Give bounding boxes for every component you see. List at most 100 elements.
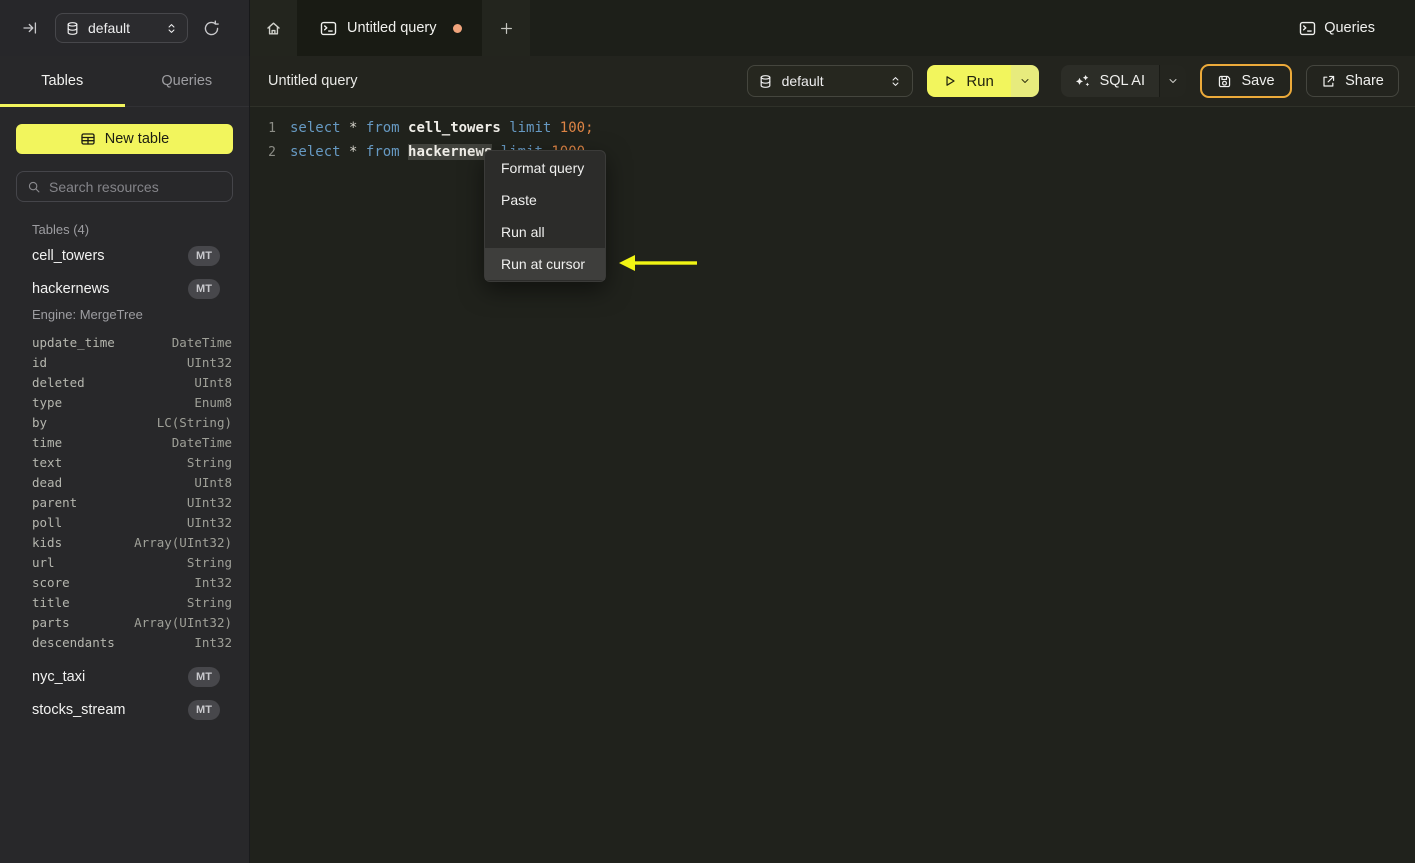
- column-row: parent UInt32: [0, 492, 249, 512]
- sparkles-icon: [1075, 73, 1091, 89]
- column-row: poll UInt32: [0, 512, 249, 532]
- column-name: time: [32, 434, 63, 450]
- column-row: by LC(String): [0, 412, 249, 432]
- column-name: text: [32, 454, 63, 470]
- column-row: score Int32: [0, 572, 249, 592]
- terminal-icon: [320, 20, 337, 37]
- share-button[interactable]: Share: [1306, 65, 1399, 97]
- database-icon: [65, 21, 80, 36]
- sql-ai-button-label: SQL AI: [1099, 73, 1145, 89]
- column-list: update_time DateTime id UInt32 deleted UInt8 t…: [0, 332, 249, 652]
- menu-item[interactable]: Run at cursor: [485, 248, 605, 280]
- column-type: Array(UInt32): [134, 614, 232, 630]
- code-lines: 1 select * from cell_towers limit 100; 2 se…: [250, 116, 1415, 164]
- column-name: parent: [32, 494, 78, 510]
- updown-chevron-icon: [165, 22, 178, 35]
- code-content: select * from cell_towers limit 100;: [290, 120, 594, 136]
- column-type: UInt8: [194, 374, 232, 390]
- table-row[interactable]: stocks_stream MT: [0, 693, 249, 726]
- sidebar-tab-label: Tables: [41, 73, 84, 89]
- table-name: stocks_stream: [32, 701, 126, 718]
- menu-item[interactable]: Format query: [485, 152, 605, 184]
- search-input[interactable]: [49, 178, 222, 195]
- sql-ai-button[interactable]: SQL AI: [1060, 65, 1159, 97]
- sidebar-tabs: Tables Queries: [0, 56, 249, 107]
- column-row: type Enum8: [0, 392, 249, 412]
- tab-label: Untitled query: [347, 20, 437, 36]
- chevron-down-icon: [1019, 75, 1031, 87]
- arrow-right-to-line-icon: [22, 20, 38, 36]
- column-type: UInt32: [186, 514, 232, 530]
- tab-strip: Untitled query: [250, 0, 530, 56]
- column-row: kids Array(UInt32): [0, 532, 249, 552]
- line-number: 2: [268, 144, 276, 160]
- table-row[interactable]: nyc_taxi MT: [0, 660, 249, 693]
- table-grid-icon: [80, 131, 96, 147]
- new-tab-button[interactable]: [482, 0, 530, 56]
- menu-item[interactable]: Run all: [485, 216, 605, 248]
- column-type: Int32: [194, 574, 232, 590]
- code-line: 2select * from hackernews limit 1000: [250, 140, 1415, 164]
- sidebar-tab-queries[interactable]: Queries: [125, 56, 250, 106]
- line-number: 1: [268, 120, 276, 136]
- tab-untitled-query[interactable]: Untitled query: [297, 0, 482, 56]
- query-toolbar: Untitled query default Run SQL AI Save S…: [250, 56, 1415, 107]
- column-row: text String: [0, 452, 249, 472]
- save-button[interactable]: Save: [1200, 64, 1292, 98]
- table-name: nyc_taxi: [32, 668, 86, 685]
- mt-badge: MT: [188, 245, 220, 266]
- column-name: parts: [32, 614, 70, 630]
- column-row: parts Array(UInt32): [0, 612, 249, 632]
- menu-item[interactable]: Paste: [485, 184, 605, 216]
- terminal-icon: [1299, 20, 1316, 37]
- top-bar-left: default: [0, 0, 250, 56]
- new-table-button-label: New table: [104, 131, 170, 147]
- table-row[interactable]: hackernews MT: [0, 272, 249, 305]
- column-row: id UInt32: [0, 352, 249, 372]
- column-type: Array(UInt32): [134, 534, 232, 550]
- database-selector-toolbar[interactable]: default: [746, 65, 913, 97]
- table-row[interactable]: cell_towers MT: [0, 239, 249, 272]
- tables-section-title: Tables (4): [32, 222, 90, 237]
- column-name: update_time: [32, 334, 115, 350]
- editor-context-menu: Format query Paste Run all Run at cursor: [484, 150, 606, 282]
- column-name: score: [32, 574, 70, 590]
- database-selector-value: default: [781, 73, 824, 89]
- run-options-button[interactable]: [1010, 65, 1039, 97]
- list-gap: [0, 652, 249, 660]
- queries-button[interactable]: Queries: [1299, 0, 1375, 56]
- column-row: update_time DateTime: [0, 332, 249, 352]
- sidebar-tab-tables[interactable]: Tables: [0, 56, 125, 107]
- home-button[interactable]: [250, 0, 297, 56]
- run-split-button: Run: [926, 65, 1039, 97]
- sidebar: Tables Queries New table Tables (4) cell…: [0, 56, 250, 863]
- save-button-label: Save: [1241, 73, 1275, 89]
- top-bar: default Untitled query Queries: [0, 0, 1415, 56]
- refresh-icon: [203, 19, 220, 37]
- column-type: UInt8: [194, 474, 232, 490]
- new-table-button[interactable]: New table: [16, 124, 233, 154]
- code-token: from: [365, 120, 400, 136]
- column-row: url String: [0, 552, 249, 572]
- column-type: UInt32: [186, 494, 232, 510]
- sql-ai-options-button[interactable]: [1159, 65, 1186, 97]
- unsaved-dot-icon: [453, 23, 462, 33]
- share-button-label: Share: [1345, 73, 1384, 89]
- code-token: 100;: [559, 120, 594, 136]
- column-name: descendants: [32, 634, 115, 650]
- run-button[interactable]: Run: [926, 65, 1011, 97]
- column-name: id: [32, 354, 48, 370]
- column-type: Enum8: [194, 394, 232, 410]
- sql-editor[interactable]: 1 select * from cell_towers limit 100; 2 se…: [250, 107, 1415, 863]
- column-name: dead: [32, 474, 63, 490]
- collapse-sidebar-button[interactable]: [22, 20, 38, 36]
- column-type: LC(String): [156, 414, 232, 430]
- column-row: dead UInt8: [0, 472, 249, 492]
- refresh-button[interactable]: [203, 19, 220, 37]
- database-selector-top[interactable]: default: [55, 13, 188, 43]
- save-icon: [1217, 74, 1232, 89]
- column-row: time DateTime: [0, 432, 249, 452]
- sidebar-tab-label: Queries: [161, 73, 213, 89]
